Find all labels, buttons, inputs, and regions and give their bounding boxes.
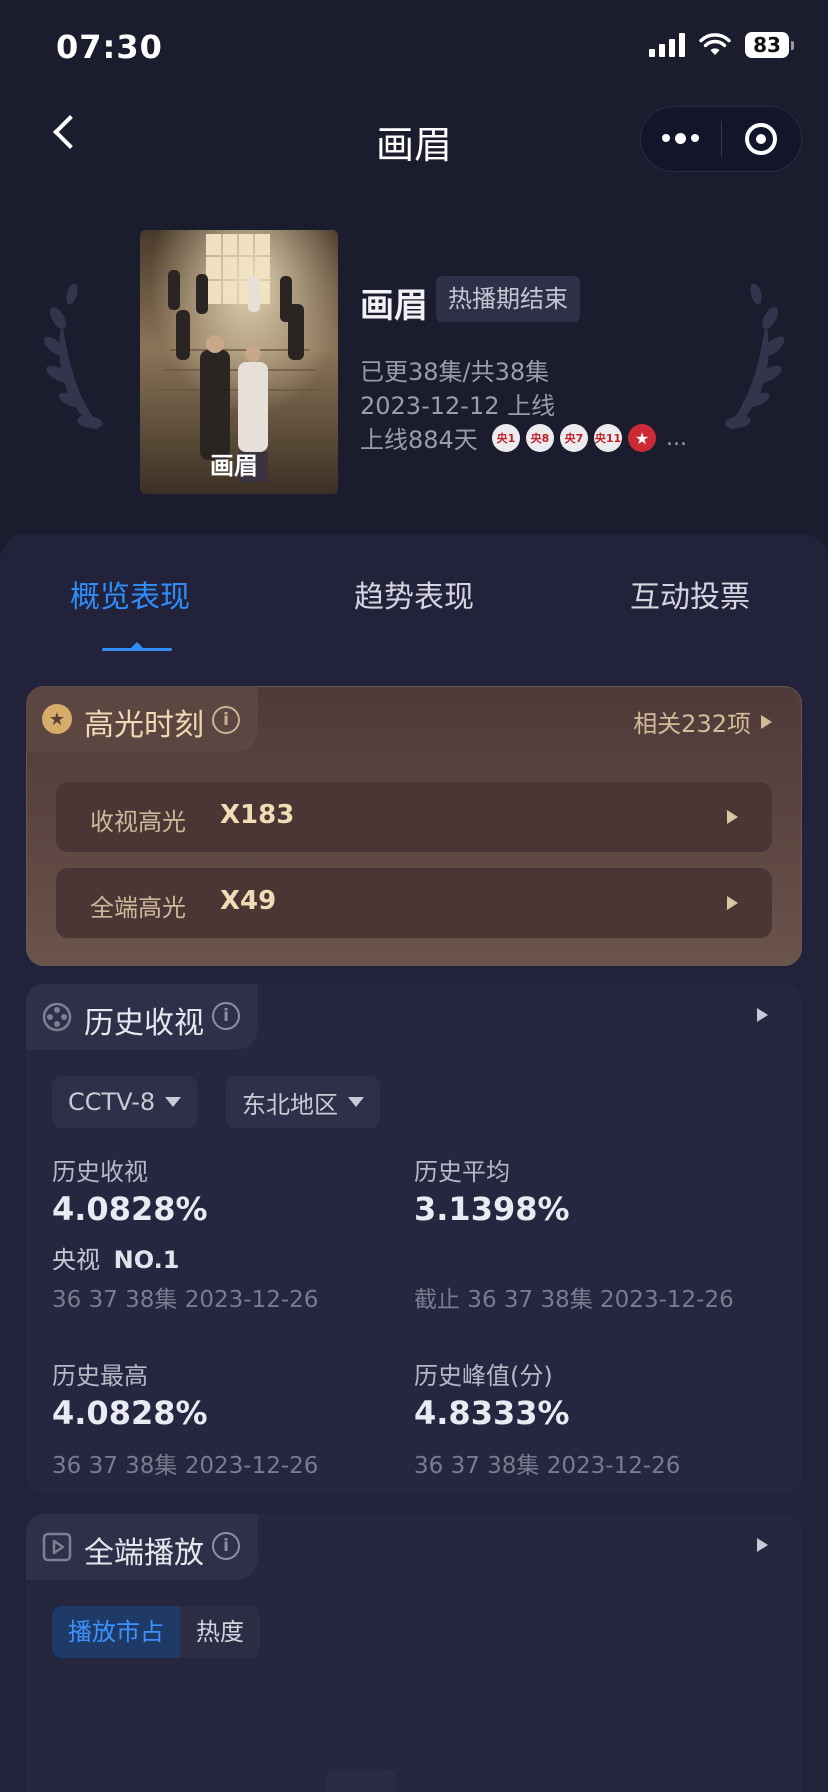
close-miniprogram-button[interactable]	[722, 107, 802, 171]
history-ratings-value: 4.0828%	[52, 1190, 208, 1228]
highlights-title: 高光时刻	[84, 708, 204, 743]
star-badge-icon: ★	[42, 704, 72, 734]
history-peak-label: 历史峰值(分)	[414, 1362, 553, 1390]
play-arrow-icon	[727, 810, 738, 824]
more-button[interactable]	[641, 107, 721, 171]
laurel-right-icon	[725, 284, 784, 430]
history-peak-sub: 36 37 38集 2023-12-26	[414, 1453, 681, 1479]
rank-value: NO.1	[113, 1246, 180, 1274]
info-icon[interactable]: i	[212, 1532, 240, 1560]
history-average-sub: 截止 36 37 38集 2023-12-26	[414, 1287, 734, 1313]
segment-market-share[interactable]: 播放市占	[52, 1606, 180, 1658]
tab-trend[interactable]: 趋势表现	[354, 572, 474, 616]
rank-prefix: 央视	[52, 1246, 100, 1274]
status-badge: 热播期结束	[436, 276, 580, 322]
region-dropdown[interactable]: 东北地区	[226, 1076, 380, 1128]
tab-overview[interactable]: 概览表现	[70, 572, 190, 616]
laurel-left-icon	[44, 284, 103, 430]
highlight-row-allplatform[interactable]: 全端高光 X49	[56, 868, 772, 938]
status-icons: 83	[649, 32, 794, 58]
info-icon[interactable]: i	[212, 706, 240, 734]
info-icon[interactable]: i	[212, 1002, 240, 1030]
region-dropdown-value: 东北地区	[242, 1090, 338, 1119]
status-time: 07:30	[56, 28, 163, 66]
video-play-icon	[42, 1532, 72, 1562]
days-online: 上线884天	[360, 426, 478, 454]
segment-heat[interactable]: 热度	[180, 1606, 260, 1658]
playback-segmented-control: 播放市占 热度	[52, 1606, 260, 1658]
history-ratings-sub: 36 37 38集 2023-12-26	[52, 1287, 319, 1313]
tab-vote[interactable]: 互动投票	[630, 572, 750, 616]
cellular-signal-icon	[649, 33, 685, 57]
watermark-logo	[326, 1770, 396, 1792]
history-average-label: 历史平均	[414, 1158, 510, 1186]
battery-icon: 83	[745, 32, 794, 58]
channel-dropdown-value: CCTV-8	[68, 1088, 156, 1116]
wifi-icon	[699, 33, 731, 55]
mini-program-capsule	[640, 106, 802, 172]
caret-down-icon	[348, 1097, 364, 1107]
channel-badge-cctv8: 央8	[526, 424, 554, 452]
history-peak-value: 4.8333%	[414, 1394, 570, 1432]
history-highest-label: 历史最高	[52, 1362, 148, 1390]
channel-badge-cctv7: 央7	[560, 424, 588, 452]
film-reel-icon	[42, 1002, 72, 1032]
channel-list[interactable]: 央1 央8 央7 央11 ★ ...	[492, 424, 687, 452]
play-arrow-icon[interactable]	[757, 1538, 768, 1552]
play-arrow-icon[interactable]	[757, 1008, 768, 1022]
playback-title: 全端播放	[84, 1536, 204, 1571]
ratings-title: 历史收视	[84, 1006, 204, 1041]
highlight-row-ratings[interactable]: 收视高光 X183	[56, 782, 772, 852]
history-ratings-label: 历史收视	[52, 1158, 148, 1186]
channel-badge-cctv11: 央11	[594, 424, 622, 452]
history-highest-sub: 36 37 38集 2023-12-26	[52, 1453, 319, 1479]
play-arrow-icon	[727, 896, 738, 910]
release-date: 2023-12-12 上线	[360, 392, 556, 420]
svg-text:画眉: 画眉	[210, 451, 258, 480]
cctv-rank: 央视 NO.1	[52, 1240, 179, 1275]
show-poster[interactable]: 画眉	[140, 230, 338, 494]
history-highest-value: 4.0828%	[52, 1394, 208, 1432]
highlight-row-label: 收视高光	[90, 808, 186, 836]
caret-down-icon	[165, 1097, 182, 1107]
show-title: 画眉	[360, 286, 428, 326]
history-average-value: 3.1398%	[414, 1190, 570, 1228]
tab-indicator	[102, 648, 172, 651]
highlights-related-count: 相关232项	[633, 710, 751, 738]
channel-badge-cctv1: 央1	[492, 424, 520, 452]
battery-level: 83	[745, 32, 789, 58]
highlight-row-value: X49	[220, 886, 277, 916]
more-channels: ...	[666, 425, 687, 451]
more-dots-icon	[662, 132, 700, 144]
episode-count: 已更38集/共38集	[360, 358, 550, 386]
highlight-row-value: X183	[220, 800, 295, 830]
channel-dropdown[interactable]: CCTV-8	[52, 1076, 198, 1128]
play-arrow-icon	[761, 714, 772, 729]
highlights-related-link[interactable]: 相关232项	[633, 704, 772, 739]
highlight-row-label: 全端高光	[90, 894, 186, 922]
channel-logo-icon: ★	[628, 424, 656, 452]
target-icon	[745, 123, 778, 155]
